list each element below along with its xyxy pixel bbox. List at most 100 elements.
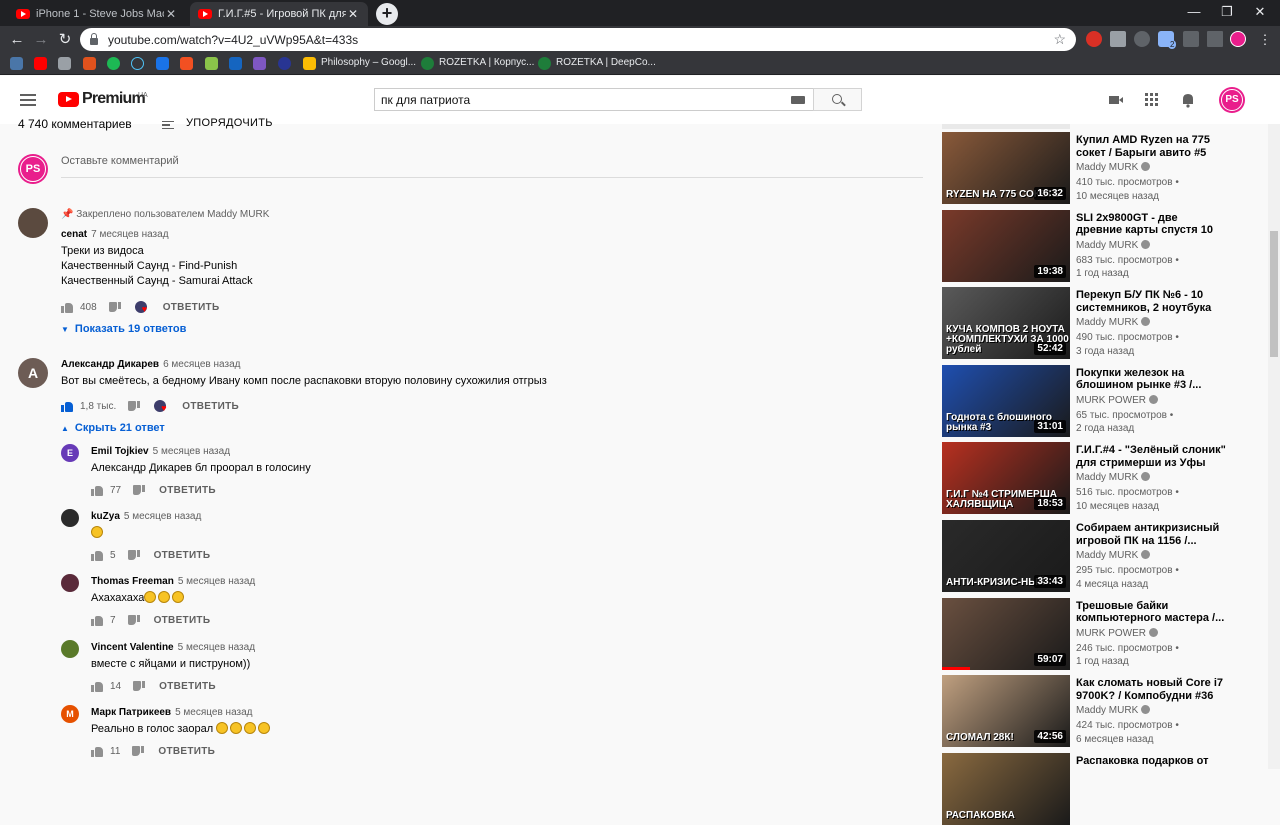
video-title[interactable]: Трешовые байки компьютерного мастера /..…	[1076, 600, 1226, 625]
a-bookmark-icon[interactable]	[205, 57, 218, 70]
like-icon[interactable]	[61, 302, 73, 313]
channel-name[interactable]: Maddy MURK	[1076, 317, 1151, 328]
video-thumbnail[interactable]: Годнота с блошиного рынка #3 31:01	[942, 364, 1070, 437]
globe-bookmark-icon[interactable]	[278, 57, 291, 70]
video-title[interactable]: Перекуп Б/У ПК №6 - 10 системников, 2 но…	[1076, 289, 1226, 314]
reply-time[interactable]: 5 месяцев назад	[178, 576, 255, 587]
vpn-extension-icon[interactable]	[1134, 31, 1150, 47]
channel-name[interactable]: Maddy MURK	[1076, 162, 1151, 173]
reply-author[interactable]: Марк Патрикеев 5 месяцев назад	[91, 707, 253, 718]
like-icon[interactable]	[91, 615, 103, 626]
reply-time[interactable]: 5 месяцев назад	[175, 707, 252, 718]
reply-author[interactable]: Emil Tojkiev 5 месяцев назад	[91, 446, 230, 457]
sort-button[interactable]: УПОРЯДОЧИТЬ	[186, 117, 273, 129]
reply-button[interactable]: ОТВЕТИТЬ	[154, 550, 211, 561]
channel-name[interactable]: MURK POWER	[1076, 627, 1158, 639]
reading-list-icon[interactable]	[1207, 31, 1223, 47]
comment-time[interactable]: 7 месяцев назад	[91, 229, 168, 240]
add-comment-input[interactable]: Оставьте комментарий	[61, 155, 923, 178]
kebab-menu-icon[interactable]: ⋮	[1255, 30, 1275, 50]
sidebar-partial-thumbnail[interactable]	[942, 124, 1070, 129]
video-title[interactable]: Распаковка подарков от	[1076, 755, 1226, 768]
bookmark-rozetka-deepcool[interactable]: ROZETKA | DeepCo...	[556, 57, 656, 68]
bookmark-star-icon[interactable]: ☆	[1053, 31, 1066, 48]
apple-bookmark-icon[interactable]	[58, 57, 71, 70]
reply-button[interactable]: ОТВЕТИТЬ	[163, 302, 220, 313]
like-icon[interactable]	[91, 485, 103, 496]
dislike-icon[interactable]	[132, 746, 145, 757]
reply-button[interactable]: ОТВЕТИТЬ	[182, 401, 239, 412]
browser-tab[interactable]: iPhone 1 - Steve Jobs MacWorld ✕	[8, 2, 186, 26]
opera-extension-icon[interactable]	[1086, 31, 1102, 47]
video-thumbnail[interactable]: РАСПАКОВКА	[942, 752, 1070, 825]
video-thumbnail[interactable]: АНТИ-КРИЗИС-НЫЙ 33:43	[942, 520, 1070, 592]
channel-name[interactable]: Maddy MURK	[1076, 550, 1151, 561]
logo-text[interactable]: Premium	[82, 90, 146, 108]
related-video-item[interactable]: RYZEN НА 775 СОКЕТЕ 16:32 Купил AMD Ryze…	[942, 132, 1272, 204]
dislike-icon[interactable]	[108, 301, 121, 313]
bookmark-philosophy[interactable]: Philosophy – Googl...	[321, 57, 416, 68]
reply-button[interactable]: ОТВЕТИТЬ	[159, 485, 216, 496]
video-title[interactable]: Как сломать новый Core i7 9700K? / Компо…	[1076, 677, 1226, 702]
comment-time[interactable]: 6 месяцев назад	[163, 359, 240, 370]
video-thumbnail[interactable]: КУЧА КОМПОВ 2 НОУТА +КОМПЛЕКТУХИ ЗА 1000…	[942, 287, 1070, 360]
address-bar[interactable]: youtube.com/watch?v=4U2_uVWp95A&t=433s ☆	[80, 28, 1076, 51]
reply-button[interactable]: ОТВЕТИТЬ	[154, 615, 211, 626]
video-title[interactable]: Г.И.Г.#4 - "Зелёный слоник" для стримерш…	[1076, 444, 1226, 469]
dislike-icon[interactable]	[127, 615, 140, 626]
reply-author[interactable]: Thomas Freeman 5 месяцев назад	[91, 576, 255, 587]
video-thumbnail[interactable]: СЛОМАЛ 28К! 42:56	[942, 675, 1070, 748]
comment-avatar[interactable]	[18, 208, 48, 238]
gmail-extension-icon[interactable]	[1110, 31, 1126, 47]
related-video-item[interactable]: 59:07 Трешовые байки компьютерного масте…	[942, 597, 1272, 670]
microsoft-bookmark-icon[interactable]	[180, 57, 193, 70]
tab-close-icon[interactable]: ✕	[164, 7, 178, 21]
tab-close-icon[interactable]: ✕	[346, 7, 360, 21]
back-arrow-icon[interactable]: ←	[7, 30, 27, 50]
search-button[interactable]	[813, 88, 862, 111]
profile-avatar-icon[interactable]	[1230, 31, 1246, 47]
url-text[interactable]: youtube.com/watch?v=4U2_uVWp95A&t=433s	[108, 33, 1053, 47]
video-thumbnail[interactable]: 59:07	[942, 597, 1070, 670]
video-title[interactable]: Купил AMD Ryzen на 775 сокет / Барыги ав…	[1076, 134, 1226, 159]
youtube-logo-icon[interactable]	[58, 92, 79, 107]
reply-button[interactable]: ОТВЕТИТЬ	[158, 746, 215, 757]
dislike-icon[interactable]	[128, 400, 141, 412]
search-input[interactable]: пк для патриота	[374, 88, 814, 111]
reply-time[interactable]: 5 месяцев назад	[178, 642, 255, 653]
create-video-icon[interactable]	[1108, 92, 1124, 108]
channel-name[interactable]: Maddy MURK	[1076, 239, 1151, 251]
reply-time[interactable]: 5 месяцев назад	[124, 511, 201, 522]
related-video-item[interactable]: Г.И.Г №4 СТРИМЕРША ХАЛЯВЩИЦА 18:53 Г.И.Г…	[942, 442, 1272, 515]
dislike-icon[interactable]	[133, 681, 146, 692]
google-drive-bookmark-icon[interactable]	[303, 57, 316, 70]
reply-time[interactable]: 5 месяцев назад	[153, 446, 230, 457]
spotify-bookmark-icon[interactable]	[107, 57, 120, 70]
send-bookmark-icon[interactable]	[253, 57, 266, 70]
channel-name[interactable]: MURK POWER	[1076, 394, 1158, 406]
video-thumbnail[interactable]: RYZEN НА 775 СОКЕТЕ 16:32	[942, 132, 1070, 204]
reload-icon[interactable]: ↻	[55, 30, 75, 50]
scrollbar-thumb[interactable]	[1270, 231, 1278, 357]
comment-avatar[interactable]: A	[18, 358, 48, 388]
vk-bookmark-icon[interactable]	[10, 57, 23, 70]
related-video-item[interactable]: АНТИ-КРИЗИС-НЫЙ 33:43 Собираем антикризи…	[942, 520, 1272, 592]
reply-avatar[interactable]: M	[61, 705, 79, 723]
apps-grid-icon[interactable]	[1144, 92, 1160, 108]
drive-bookmark-icon[interactable]	[156, 57, 169, 70]
comment-author[interactable]: cenat 7 месяцев назад	[61, 229, 169, 240]
new-tab-button[interactable]: +	[376, 3, 398, 25]
video-title[interactable]: Собираем антикризисный игровой ПК на 115…	[1076, 522, 1226, 547]
page-scrollbar[interactable]	[1268, 124, 1280, 769]
z-bookmark-icon[interactable]	[229, 57, 242, 70]
notifications-bell-icon[interactable]	[1180, 92, 1196, 108]
bookmark-rozetka-korpus[interactable]: ROZETKA | Корпус...	[439, 57, 534, 68]
related-video-item[interactable]: РАСПАКОВКА Распаковка подарков от	[942, 752, 1272, 825]
related-video-item[interactable]: КУЧА КОМПОВ 2 НОУТА +КОМПЛЕКТУХИ ЗА 1000…	[942, 287, 1272, 360]
reply-avatar[interactable]	[61, 640, 79, 658]
like-icon[interactable]	[91, 681, 103, 692]
hide-replies-button[interactable]: ▲ Скрыть 21 ответ	[61, 422, 165, 434]
rozetka-bookmark-icon[interactable]	[421, 57, 434, 70]
like-icon[interactable]	[91, 746, 103, 757]
puzzle-extensions-icon[interactable]	[1183, 31, 1199, 47]
